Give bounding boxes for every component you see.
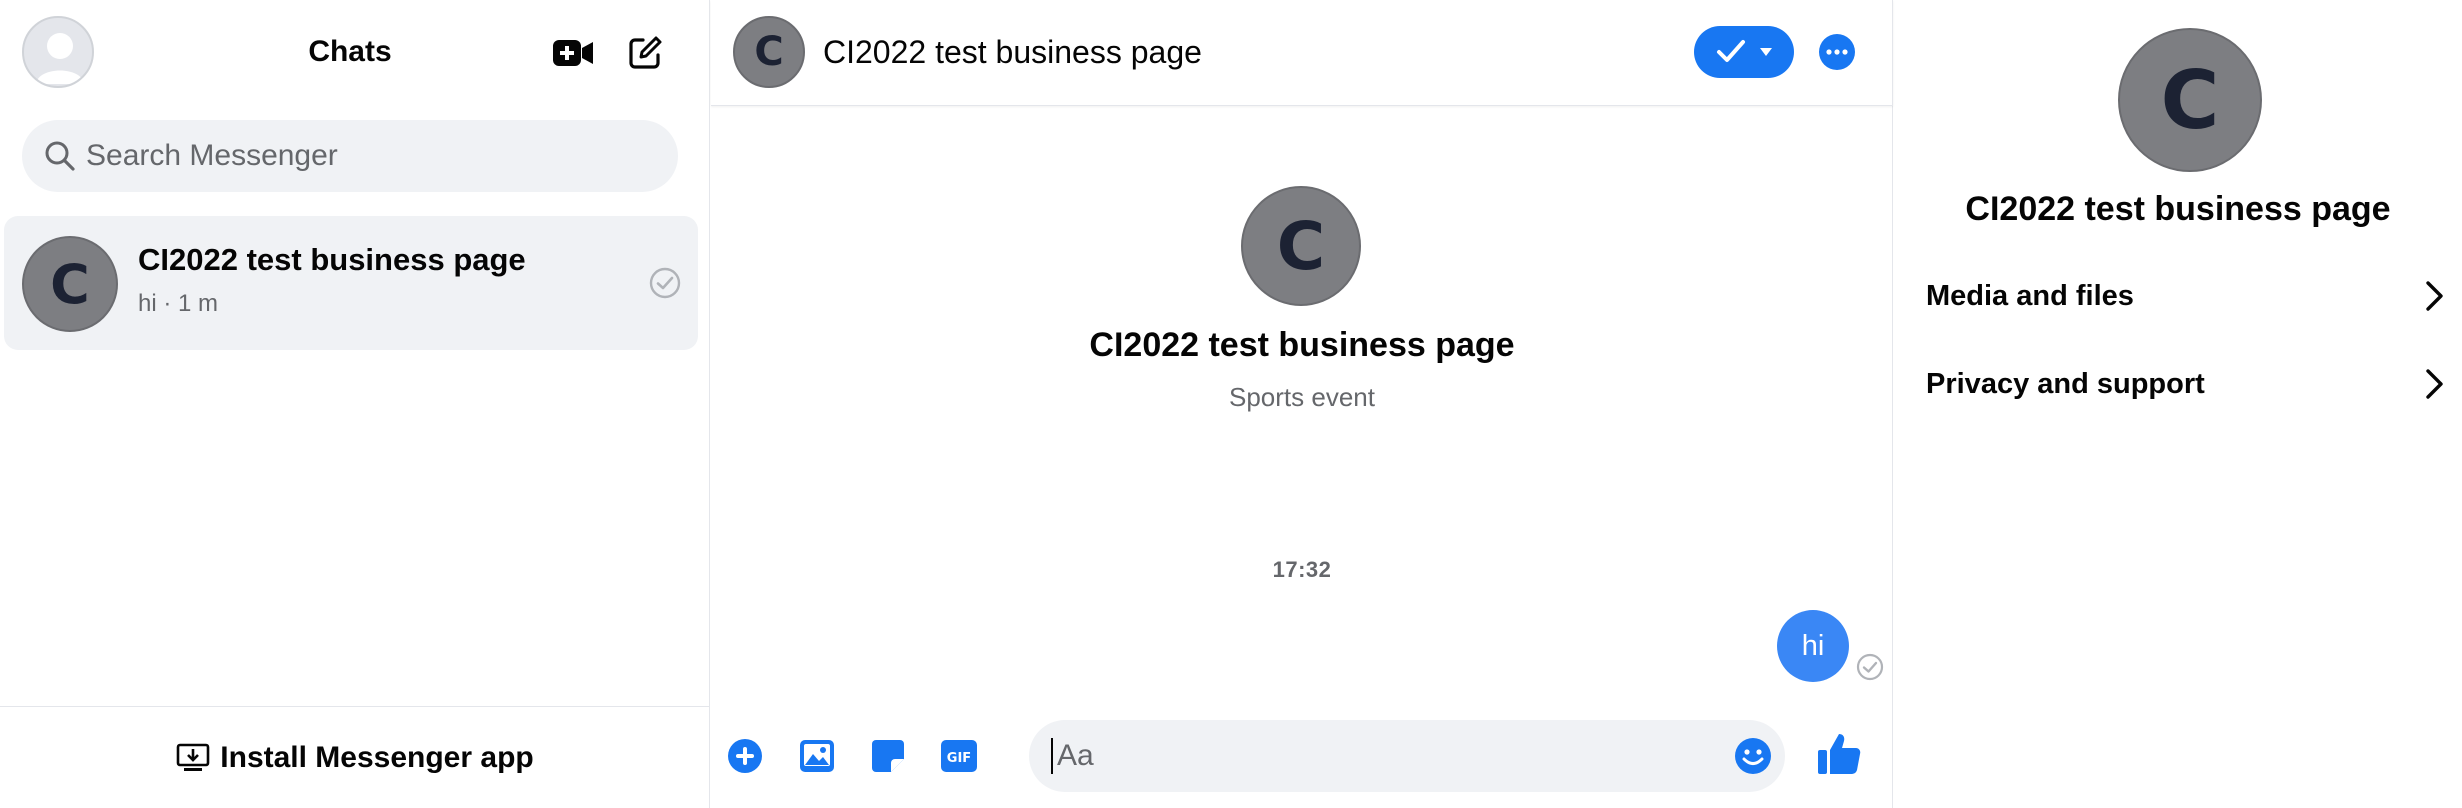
header-avatar[interactable]: C xyxy=(733,16,805,88)
video-call-icon xyxy=(553,40,593,66)
details-name: CI2022 test business page xyxy=(1965,190,2391,228)
image-icon xyxy=(800,740,834,772)
check-circle-icon xyxy=(649,267,681,299)
media-and-files-label: Media and files xyxy=(1926,280,2134,312)
gif-button[interactable]: GIF xyxy=(939,736,979,776)
profile-avatar[interactable] xyxy=(22,16,94,88)
more-icon xyxy=(1826,49,1848,55)
conversation-pane: C CI2022 test business page C CI2022 tes… xyxy=(711,0,1893,808)
plus-icon xyxy=(728,739,762,773)
search-icon xyxy=(45,141,75,171)
more-actions-button[interactable] xyxy=(725,736,765,776)
privacy-and-support-row[interactable]: Privacy and support xyxy=(1906,348,2452,420)
intro-category: Sports event xyxy=(1229,382,1375,412)
conversation-avatar: C xyxy=(22,236,118,332)
chats-title: Chats xyxy=(308,35,392,68)
mark-done-button[interactable] xyxy=(1694,26,1794,78)
install-app-label: Install Messenger app xyxy=(220,740,534,774)
conversation-info-button[interactable] xyxy=(1819,34,1855,70)
thumbs-up-icon[interactable] xyxy=(1815,730,1863,778)
search-box xyxy=(22,120,678,192)
media-and-files-row[interactable]: Media and files xyxy=(1906,260,2452,332)
search-input[interactable] xyxy=(86,120,656,192)
checkmark-icon xyxy=(1717,40,1745,62)
message-bubble[interactable]: hi xyxy=(1777,610,1849,682)
conversation-header: C CI2022 test business page xyxy=(711,0,1893,106)
conversation-details-panel: C CI2022 test business page Media and fi… xyxy=(1894,0,2462,808)
details-avatar[interactable]: C xyxy=(2118,28,2262,172)
attach-image-button[interactable] xyxy=(797,736,837,776)
message-timestamp: 17:32 xyxy=(1272,557,1332,582)
conversation-title[interactable]: CI2022 test business page xyxy=(823,30,1202,74)
conversation-name: CI2022 test business page xyxy=(138,242,526,277)
compose-icon xyxy=(629,36,662,69)
sticker-button[interactable] xyxy=(868,736,908,776)
new-video-call-button[interactable] xyxy=(550,30,596,76)
privacy-and-support-label: Privacy and support xyxy=(1926,368,2205,400)
intro-name: CI2022 test business page xyxy=(1089,326,1515,364)
install-app-button[interactable]: Install Messenger app xyxy=(0,706,710,808)
chats-sidebar: Chats C CI2022 test business page hi · 1… xyxy=(0,0,710,808)
gif-icon: GIF xyxy=(941,740,977,772)
default-user-icon xyxy=(36,33,84,84)
conversation-item[interactable]: C CI2022 test business page hi · 1 m xyxy=(4,216,698,350)
message-composer xyxy=(1029,720,1785,792)
new-message-button[interactable] xyxy=(622,30,668,76)
intro-avatar[interactable]: C xyxy=(1241,186,1361,306)
chats-header: Chats xyxy=(0,0,710,104)
desktop-download-icon xyxy=(176,743,210,771)
check-circle-icon xyxy=(1856,653,1884,681)
chevron-right-icon xyxy=(2426,369,2443,399)
conversation-preview: hi · 1 m xyxy=(138,290,219,317)
sticker-icon xyxy=(872,740,904,772)
chevron-right-icon xyxy=(2426,281,2443,311)
svg-text:GIF: GIF xyxy=(947,751,971,766)
message-input[interactable] xyxy=(1051,738,1711,774)
dropdown-caret-icon xyxy=(1760,48,1772,56)
emoji-icon[interactable] xyxy=(1733,736,1773,776)
